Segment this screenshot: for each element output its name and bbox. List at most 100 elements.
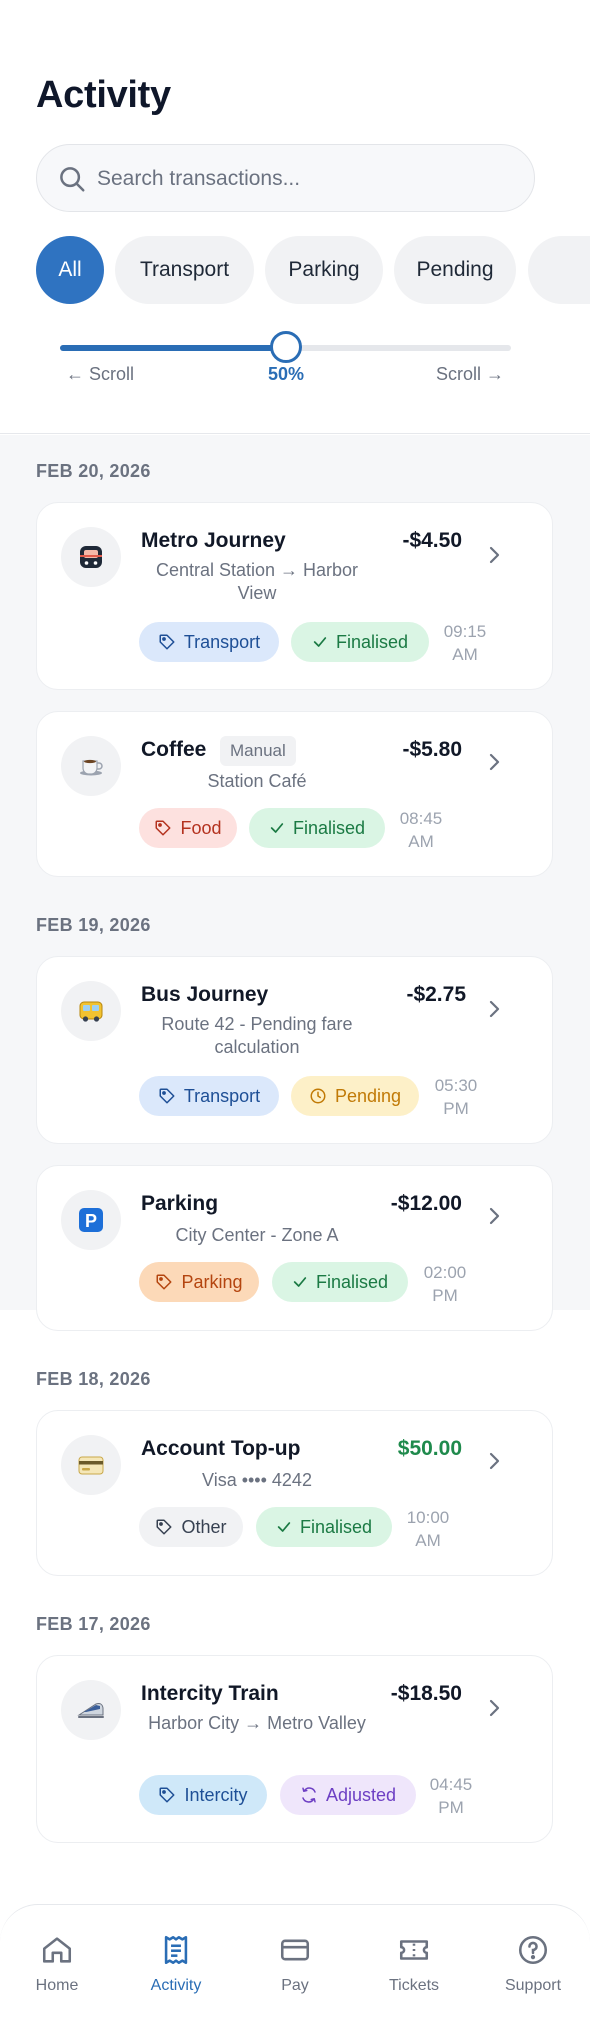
ticket-icon [399,1940,429,1960]
coffee-icon [61,736,121,796]
bottom-navigation: Home Activity Pay Tickets Support [0,1904,590,2029]
check-icon [277,1522,291,1532]
filter-chip-parking[interactable]: Parking [265,236,383,304]
receipt-icon [164,1935,188,1965]
nav-label: Pay [281,1977,309,1994]
search-input[interactable]: Search transactions... [36,144,535,212]
transaction-time: 08:45 AM [399,809,443,851]
nav-home[interactable]: Home [12,1933,102,2013]
scroll-thumb[interactable] [269,331,302,363]
chevron-right-icon [489,1207,500,1225]
transaction-amount: -$18.50 [390,1682,462,1705]
status-badge: Finalised [272,1262,408,1302]
category-tag: Transport [139,1076,279,1116]
category-tag: Parking [139,1262,259,1302]
transaction-amount: $50.00 [397,1437,462,1460]
transaction-card[interactable]: Bus Journey -$2.75 Route 42 - Pending fa… [36,956,553,1144]
chevron-right-icon [489,753,500,771]
tag-icon [156,1519,172,1535]
transaction-subtitle: City Center - Zone A [175,1225,339,1245]
scroll-left-label: ← Scroll [66,364,135,384]
svg-text:P: P [85,1211,97,1231]
category-label: Transport [183,631,261,652]
status-badge: Pending [291,1076,419,1116]
train-icon [61,1680,121,1740]
chevron-right-icon [489,546,500,564]
transaction-amount: -$5.80 [402,738,462,761]
filter-chip-all[interactable]: All [36,236,104,304]
page-title: Activity [36,74,171,116]
check-icon [293,1277,307,1287]
transaction-title: Metro Journey [141,529,286,552]
transaction-amount: -$12.00 [390,1192,462,1215]
nav-support[interactable]: Support [488,1933,578,2013]
tag-icon [159,634,175,650]
tag-icon [156,1274,172,1290]
filter-chips: All Transport Parking Pending [0,236,590,304]
status-badge: Finalised [256,1507,392,1547]
metro-icon [61,527,121,587]
nav-activity[interactable]: Activity [131,1933,221,2013]
activity-screen: Activity Search transactions... All Tran… [0,0,590,2029]
transaction-title: Coffee [141,738,207,761]
transaction-card[interactable]: Metro Journey -$4.50 Central Station → H… [36,502,553,690]
filter-chip-pending[interactable]: Pending [394,236,516,304]
category-tag: Other [139,1507,243,1547]
help-icon [518,1935,548,1965]
status-badge: Adjusted [280,1775,416,1815]
category-label: Intercity [184,1784,248,1805]
transaction-subtitle: Visa •••• 4242 [202,1470,312,1490]
search-placeholder: Search transactions... [97,167,301,190]
parking-icon: P [61,1190,121,1250]
transaction-card[interactable]: P Parking -$12.00 City Center - Zone A P… [36,1165,553,1331]
transaction-card[interactable]: Intercity Train -$18.50 Harbor City → Me… [36,1655,553,1843]
check-icon [313,637,327,647]
refresh-icon [302,1787,316,1803]
transaction-time: 09:15 AM [443,622,487,664]
nav-pay[interactable]: Pay [250,1933,340,2013]
transaction-card[interactable]: Coffee Manual -$5.80 Station Café Food F… [36,711,553,877]
home-icon [42,1937,72,1963]
search-icon [60,167,85,192]
transaction-time: 04:45 PM [429,1775,473,1817]
transaction-amount: -$2.75 [406,983,466,1006]
scroll-right-label: Scroll → [436,364,505,384]
nav-label: Support [504,1977,562,1994]
clock-icon [310,1088,326,1104]
tag-icon [159,1787,175,1803]
transaction-time: 10:00 AM [406,1508,450,1550]
status-label: Finalised [299,1516,373,1537]
filter-chip-transport[interactable]: Transport [115,236,254,304]
date-header: FEB 18, 2026 [36,1369,151,1389]
chevron-right-icon [489,1699,500,1717]
category-label: Transport [183,1085,261,1106]
scroll-percent-label: 50% [267,364,305,384]
transaction-subtitle: Harbor City → Metro Valley [148,1713,366,1733]
category-label: Food [180,817,222,838]
transaction-title: Intercity Train [141,1682,279,1705]
transaction-title: Account Top-up [141,1437,301,1460]
transaction-time: 02:00 PM [423,1263,467,1305]
check-icon [270,823,284,833]
filter-chip-more[interactable] [528,236,590,304]
date-header: FEB 20, 2026 [36,461,151,481]
scroll-progress-fill [60,345,286,351]
transaction-card[interactable]: Account Top-up $50.00 Visa •••• 4242 Oth… [36,1410,553,1576]
status-label: Finalised [335,631,409,652]
chevron-right-icon [489,1452,500,1470]
header: Activity Search transactions... All Tran… [0,0,590,434]
transaction-subtitle: Route 42 - Pending fare calculation [161,1014,353,1057]
transaction-title: Parking [141,1192,219,1215]
status-badge: Finalised [249,808,385,848]
chevron-right-icon [489,1000,500,1018]
manual-badge: Manual [220,736,296,766]
category-tag: Intercity [139,1775,267,1815]
tag-icon [155,820,171,836]
scroll-track[interactable] [60,331,511,363]
date-header: FEB 19, 2026 [36,915,151,935]
tag-icon [159,1088,175,1104]
transaction-amount: -$4.50 [402,529,462,552]
category-tag: Transport [139,622,279,662]
category-tag: Food [139,808,237,848]
nav-tickets[interactable]: Tickets [369,1933,459,2013]
